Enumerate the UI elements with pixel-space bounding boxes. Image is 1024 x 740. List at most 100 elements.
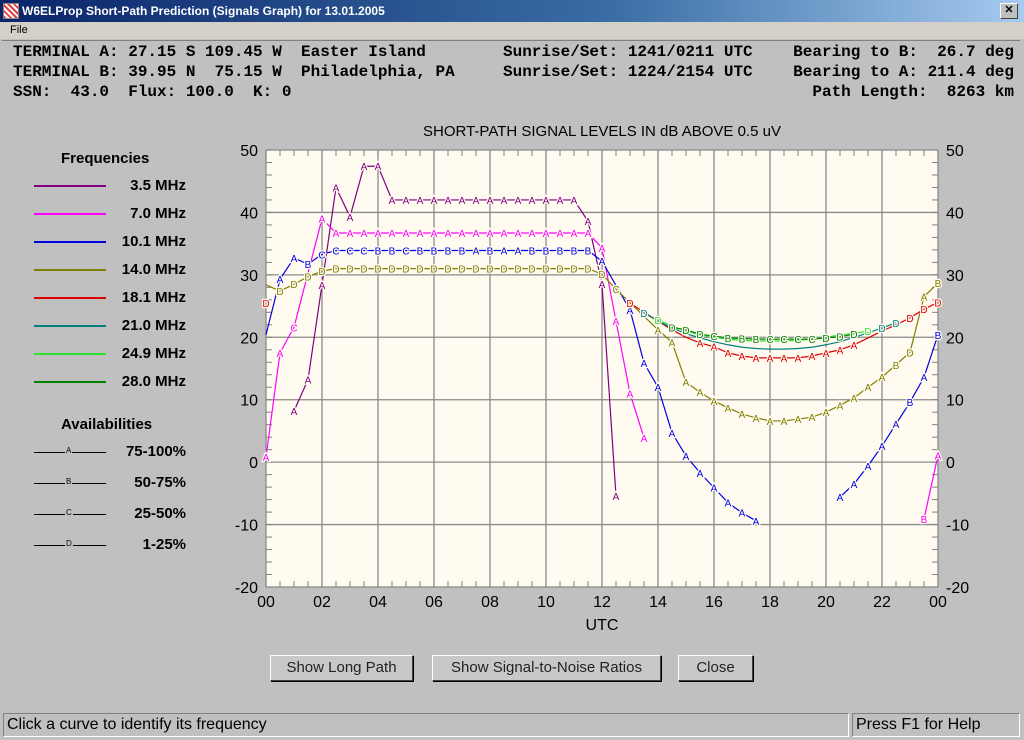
availability-marker: B [725, 334, 732, 345]
availability-marker: B [739, 335, 746, 346]
availability-marker: A [487, 229, 494, 240]
availability-marker: B [557, 247, 564, 258]
availability-marker: A [431, 229, 438, 240]
availability-marker: D [514, 265, 521, 276]
availability-marker: D [696, 330, 703, 341]
availability-marker: A [599, 244, 606, 255]
y-tick-label-right: -20 [946, 580, 969, 597]
availability-marker: B [529, 247, 536, 258]
y-tick-label-right: -10 [946, 518, 969, 535]
availability-marker: A [445, 229, 452, 240]
x-tick-label: 10 [537, 594, 555, 611]
availability-marker: A [403, 229, 410, 240]
availability-marker: B [543, 247, 550, 258]
availability-marker: A [879, 442, 886, 453]
availability-marker: D [822, 334, 829, 345]
availability-marker: A [837, 346, 844, 357]
availability-marker: C [710, 332, 717, 343]
availability-marker: A [571, 229, 578, 240]
availability-marker: A [473, 247, 480, 258]
x-tick-label: 00 [257, 594, 275, 611]
availability-marker: D [556, 265, 563, 276]
availability-marker: B [305, 260, 312, 271]
y-tick-label-left: 50 [240, 143, 258, 160]
availability-marker: A [529, 196, 536, 207]
availability-marker: A [291, 254, 298, 265]
availability-marker: A [585, 229, 592, 240]
availability-marker: A [585, 217, 592, 228]
availability-marker: B [753, 335, 760, 346]
availability-marker: A [445, 196, 452, 207]
availability-marker: A [375, 162, 382, 173]
availability-marker: A [795, 415, 802, 426]
availability-marker: A [333, 183, 340, 194]
availability-marker: A [781, 417, 788, 428]
y-tick-label-right: 10 [946, 393, 964, 410]
availability-marker: A [557, 229, 564, 240]
y-tick-label-left: 30 [240, 268, 258, 285]
availability-marker: A [333, 229, 340, 240]
availability-marker: A [809, 413, 816, 424]
availability-marker: A [837, 401, 844, 412]
availability-marker: A [767, 417, 774, 428]
availability-marker: A [893, 420, 900, 431]
availability-marker: B [935, 279, 942, 290]
availability-marker: D [500, 265, 507, 276]
availability-marker: A [683, 452, 690, 463]
show-long-path-button[interactable]: Show Long Path [270, 655, 413, 681]
availability-marker: D [920, 305, 927, 316]
y-tick-label-left: -20 [235, 580, 258, 597]
availability-marker: A [501, 196, 508, 207]
availability-marker: A [809, 352, 816, 363]
availability-marker: D [668, 323, 675, 334]
x-tick-label: 02 [313, 594, 331, 611]
availability-marker: A [641, 434, 648, 445]
close-button[interactable]: Close [678, 655, 753, 681]
availability-marker: D [262, 299, 269, 310]
availability-marker: D [276, 287, 283, 298]
availability-marker: A [389, 229, 396, 240]
availability-marker: A [557, 196, 564, 207]
availability-marker: D [444, 265, 451, 276]
availability-marker: D [906, 348, 913, 359]
availability-marker: D [654, 316, 661, 327]
availability-marker: D [836, 333, 843, 344]
availability-marker: A [641, 359, 648, 370]
availability-marker: D [906, 314, 913, 325]
availability-marker: A [529, 229, 536, 240]
y-tick-label-right: 0 [946, 455, 955, 472]
availability-marker: A [361, 162, 368, 173]
x-tick-label: 12 [593, 594, 611, 611]
availability-marker: A [291, 407, 298, 418]
availability-marker: A [571, 196, 578, 207]
availability-marker: A [865, 462, 872, 473]
availability-marker: A [389, 196, 396, 207]
availability-marker: A [935, 451, 942, 462]
availability-marker: B [571, 247, 578, 258]
availability-marker: A [613, 492, 620, 503]
availability-marker: A [851, 480, 858, 491]
availability-marker: D [892, 319, 899, 330]
status-help: Press F1 for Help [852, 713, 1020, 737]
y-tick-label-right: 50 [946, 143, 964, 160]
availability-marker: A [711, 343, 718, 354]
availability-marker: A [459, 229, 466, 240]
availability-marker: A [319, 215, 326, 226]
show-snr-button[interactable]: Show Signal-to-Noise Ratios [432, 655, 661, 681]
availability-marker: A [543, 196, 550, 207]
availability-marker: A [277, 275, 284, 286]
availability-marker: A [879, 373, 886, 384]
availability-marker: D [332, 265, 339, 276]
availability-marker: A [375, 229, 382, 240]
availability-marker: D [626, 299, 633, 310]
availability-marker: A [795, 354, 802, 365]
x-tick-label: 04 [369, 594, 387, 611]
availability-marker: A [697, 388, 704, 399]
availability-marker: A [263, 453, 270, 464]
availability-marker: D [850, 330, 857, 341]
availability-marker: D [430, 265, 437, 276]
availability-marker: D [864, 327, 871, 338]
signal-chart[interactable]: SHORT-PATH SIGNAL LEVELS IN dB ABOVE 0.5… [0, 0, 1024, 640]
x-tick-label: 22 [873, 594, 891, 611]
availability-marker: A [599, 257, 606, 268]
